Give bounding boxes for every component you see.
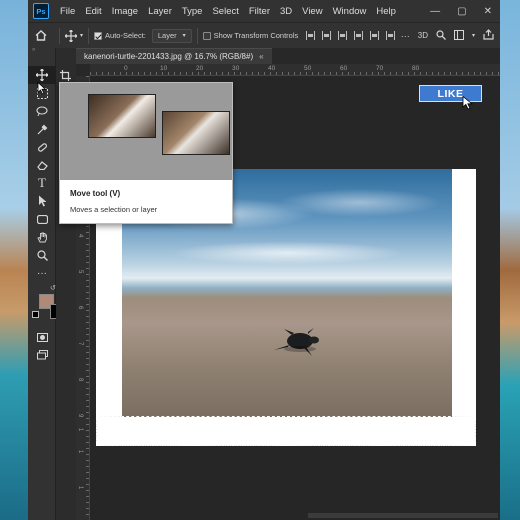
separator xyxy=(88,27,90,44)
hand-cursor-icon xyxy=(462,96,474,110)
tab-close-icon[interactable]: « xyxy=(259,52,263,61)
spot-healing-tool-icon[interactable] xyxy=(28,138,56,156)
menu-type[interactable]: Type xyxy=(177,6,208,17)
panel-collapse-icon[interactable]: » xyxy=(32,47,35,53)
mouse-cursor-icon xyxy=(37,82,47,95)
align-center-icon[interactable] xyxy=(322,31,332,40)
chevron-down-icon: ▾ xyxy=(182,33,186,39)
maximize-icon[interactable]: ▢ xyxy=(457,6,466,17)
ruler-label: 40 xyxy=(268,65,276,72)
ruler-label: 80 xyxy=(412,65,420,72)
zoom-tool-icon[interactable] xyxy=(28,246,56,264)
separator xyxy=(59,27,60,44)
align-left-icon[interactable] xyxy=(306,31,316,40)
ruler-label: 4 xyxy=(77,234,83,238)
tooltip-description: Moves a selection or layer xyxy=(70,205,158,214)
menu-filter[interactable]: Filter xyxy=(244,6,275,17)
document-tab[interactable]: kanenori-turtle-2201433.jpg @ 16.7% (RGB… xyxy=(76,48,272,64)
ruler-label: 1 xyxy=(77,486,83,490)
swap-colors-icon[interactable]: ↺ xyxy=(50,284,56,292)
lasso-tool-icon[interactable] xyxy=(28,102,56,120)
menu-layer[interactable]: Layer xyxy=(143,6,177,17)
window-controls: — ▢ ✕ xyxy=(430,6,500,17)
document-tab-bar: kanenori-turtle-2201433.jpg @ 16.7% (RGB… xyxy=(76,48,500,64)
marquee-selection[interactable] xyxy=(96,416,476,446)
align-bottom-icon[interactable] xyxy=(386,31,396,40)
ruler-label: 6 xyxy=(77,306,83,310)
auto-select-label: Auto-Select: xyxy=(105,31,146,40)
more-tools-icon[interactable]: ··· xyxy=(28,264,56,282)
menu-select[interactable]: Select xyxy=(207,6,243,17)
ruler-label: 0 xyxy=(124,65,128,72)
hand-tool-icon[interactable] xyxy=(28,228,56,246)
ruler-label: 10 xyxy=(160,65,168,72)
ruler-label: 1 xyxy=(77,428,83,432)
ruler-horizontal[interactable]: 0 10 20 30 40 50 60 70 80 xyxy=(90,64,500,76)
horizontal-scrollbar[interactable] xyxy=(308,513,498,518)
align-top-icon[interactable] xyxy=(354,31,364,40)
menu-help[interactable]: Help xyxy=(371,6,401,17)
ruler-label: 1 xyxy=(77,450,83,454)
shape-tool-icon[interactable] xyxy=(28,210,56,228)
type-tool-icon[interactable]: T xyxy=(28,174,56,192)
document-tab-title: kanenori-turtle-2201433.jpg @ 16.7% (RGB… xyxy=(84,52,254,61)
eyedropper-tool-icon[interactable] xyxy=(28,120,56,138)
align-right-icon[interactable] xyxy=(338,31,348,40)
eraser-tool-icon[interactable] xyxy=(28,156,56,174)
ruler-label: 30 xyxy=(232,65,240,72)
auto-select-checkbox[interactable] xyxy=(94,31,103,40)
turtle-image xyxy=(274,328,319,356)
menu-3d[interactable]: 3D xyxy=(275,6,297,17)
ruler-label: 20 xyxy=(196,65,204,72)
ruler-label: 8 xyxy=(77,378,83,382)
show-transform-checkbox[interactable] xyxy=(202,31,211,40)
options-bar: ▾ Auto-Select: Layer ▾ Show Transform Co… xyxy=(28,22,500,48)
close-icon[interactable]: ✕ xyxy=(484,6,492,17)
auto-select-target-value: Layer xyxy=(157,31,177,40)
move-tool-preset-icon[interactable]: ▾ xyxy=(65,29,83,42)
ruler-label: 5 xyxy=(77,270,83,274)
menu-bar: Ps File Edit Image Layer Type Select Fil… xyxy=(28,0,500,22)
workspace-icon[interactable] xyxy=(453,29,464,42)
quick-mask-icon[interactable] xyxy=(28,328,56,346)
share-icon[interactable] xyxy=(483,29,494,42)
desktop-background-right xyxy=(498,0,520,520)
more-options-icon[interactable]: ··· xyxy=(401,31,410,41)
tools-panel: » T ··· ↺ xyxy=(28,47,65,520)
photoshop-logo-icon: Ps xyxy=(33,3,49,19)
ruler-label: 50 xyxy=(304,65,312,72)
desktop-background-left xyxy=(0,0,28,520)
ruler-label: 60 xyxy=(340,65,348,72)
ruler-label: 7 xyxy=(77,342,83,346)
tooltip-preview-frame-2 xyxy=(162,111,230,155)
default-colors-icon[interactable] xyxy=(32,311,39,318)
path-selection-tool-icon[interactable] xyxy=(28,192,56,210)
tooltip-preview-image xyxy=(60,83,232,180)
chevron-down-icon[interactable]: ▾ xyxy=(472,32,475,39)
ruler-label: 9 xyxy=(77,414,83,418)
ruler-label: 70 xyxy=(376,65,384,72)
menu-edit[interactable]: Edit xyxy=(80,6,106,17)
tooltip-preview-frame-1 xyxy=(88,94,156,138)
menu-image[interactable]: Image xyxy=(107,6,143,17)
photoshop-window: Ps File Edit Image Layer Type Select Fil… xyxy=(28,0,500,520)
separator xyxy=(196,27,198,44)
home-icon[interactable] xyxy=(28,30,54,41)
search-icon[interactable] xyxy=(436,29,446,42)
show-transform-label: Show Transform Controls xyxy=(213,31,299,40)
tooltip-title: Move tool (V) xyxy=(70,189,121,198)
minimize-icon[interactable]: — xyxy=(430,6,440,17)
options-bar-right: ··· 3D ▾ xyxy=(401,29,500,42)
3d-mode-icon[interactable]: 3D xyxy=(418,31,428,40)
align-buttons xyxy=(306,31,396,40)
auto-select-target-dropdown[interactable]: Layer ▾ xyxy=(151,28,192,43)
menu-window[interactable]: Window xyxy=(328,6,372,17)
menu-view[interactable]: View xyxy=(297,6,327,17)
menu-file[interactable]: File xyxy=(55,6,80,17)
align-middle-icon[interactable] xyxy=(370,31,380,40)
screen-mode-icon[interactable] xyxy=(28,346,56,364)
tool-tooltip: Move tool (V) Moves a selection or layer xyxy=(59,82,233,224)
